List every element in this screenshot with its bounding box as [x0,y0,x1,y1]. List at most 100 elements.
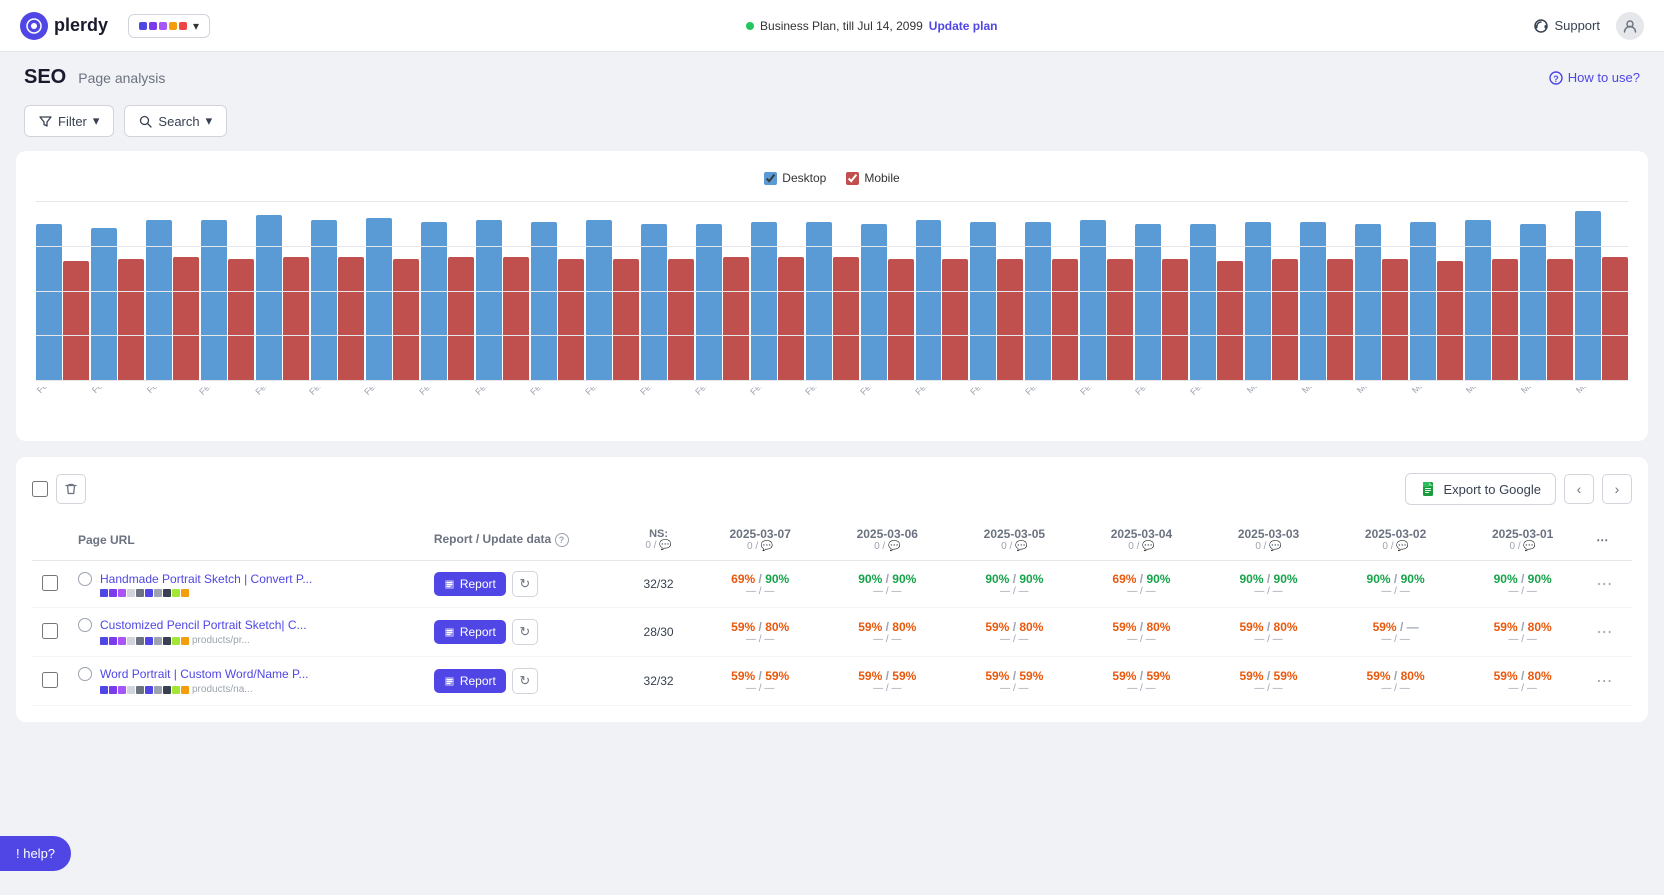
chart-date-label: Feb 20, 2025 [748,387,793,397]
report-icon [444,627,455,638]
table-header-row: Page URL Report / Update data ? NS: 0 / … [32,519,1632,561]
bar-group [1465,220,1518,381]
score-v1: 59% [731,669,755,683]
update-plan-link[interactable]: Update plan [929,19,998,33]
how-to-use-link[interactable]: ? How to use? [1549,70,1640,85]
bar-group [36,224,89,381]
row-circle[interactable] [78,618,92,632]
filter-chevron: ▾ [93,113,100,129]
table-cell-score-2: 59% / 59% — / — [951,657,1078,706]
more-dots[interactable]: ⋯ [1596,624,1612,641]
table-cell-score-1: 59% / 80% — / — [824,608,951,657]
score-sub: — / — [707,586,814,597]
legend-desktop: Desktop [764,171,826,185]
th-date-6: 2025-03-02 0 / 💬 [1332,519,1459,561]
bar-mobile [723,257,749,381]
help-chat-label: ! help? [16,846,55,861]
th-date-3: 2025-03-05 0 / 💬 [951,519,1078,561]
bar-mobile [1327,259,1353,381]
score-v1: 59% [1373,620,1397,634]
score-v1: 59% [1494,669,1518,683]
more-dots[interactable]: ⋯ [1596,673,1612,690]
report-button[interactable]: Report [434,572,506,596]
score-v2: 80% [892,620,916,634]
filter-button[interactable]: Filter ▾ [24,105,114,137]
page-url-link[interactable]: Handmade Portrait Sketch | Convert P... [100,572,312,586]
table-section: Export to Google ‹ › Page URL Report / U… [16,457,1648,722]
bar-desktop [531,222,557,381]
dot2 [149,22,157,30]
bar-desktop [1355,224,1381,381]
prev-page-button[interactable]: ‹ [1564,474,1594,504]
table-body: Handmade Portrait Sketch | Convert P... … [32,561,1632,706]
score-v2: 80% [1274,620,1298,634]
report-help-icon[interactable]: ? [555,533,569,547]
table-cell-score-3: 69% / 90% — / — [1078,561,1205,608]
chart-date-label: Mar 2, 2025 [1298,387,1342,397]
refresh-button[interactable]: ↻ [512,571,538,597]
chart-date-label: Feb 27, 2025 [1133,387,1178,397]
table-cell-ns: 28/30 [620,608,696,657]
report-button[interactable]: Report [434,620,506,644]
page-url-link[interactable]: Word Portrait | Custom Word/Name P... [100,667,309,681]
user-icon[interactable] [1616,12,1644,40]
legend-desktop-checkbox[interactable] [764,172,777,185]
plan-selector-arrow: ▾ [193,19,199,33]
score-v2: 59% [892,669,916,683]
legend-mobile-checkbox[interactable] [846,172,859,185]
bar-group [1025,222,1078,381]
support-button[interactable]: Support [1533,18,1600,34]
bar-desktop [256,215,282,381]
filter-label: Filter [58,114,87,129]
row-checkbox-1[interactable] [42,623,58,639]
legend-mobile-label: Mobile [864,171,899,185]
next-page-button[interactable]: › [1602,474,1632,504]
logo-icon [20,12,48,40]
plan-selector[interactable]: ▾ [128,14,210,38]
delete-button[interactable] [56,474,86,504]
bar-mobile [118,259,144,381]
page-url-link[interactable]: Customized Pencil Portrait Sketch| C... [100,618,307,632]
score-v2: 80% [1528,669,1552,683]
chart-date-label: Mar 7, 2025 [1572,387,1616,397]
refresh-button[interactable]: ↻ [512,619,538,645]
row-checkbox-0[interactable] [42,575,58,591]
score-v2: 90% [1019,572,1043,586]
export-to-google-button[interactable]: Export to Google [1405,473,1556,505]
row-circle[interactable] [78,572,92,586]
bar-mobile [778,257,804,381]
bar-group [916,220,969,381]
row-circle[interactable] [78,667,92,681]
bar-group [1190,224,1243,381]
plan-dots [139,22,187,30]
score-v1: 69% [731,572,755,586]
refresh-button[interactable]: ↻ [512,668,538,694]
chart-date-label: Feb 19, 2025 [693,387,738,397]
logo[interactable]: plerdy [20,12,108,40]
chart-date-label: Feb 11, 2025 [253,387,297,397]
chart-date-label: Feb 9, 2025 [143,387,187,397]
report-button[interactable]: Report [434,669,506,693]
bar-mobile [833,257,859,381]
score-sub: — / — [1215,586,1322,597]
select-all-checkbox[interactable] [32,481,48,497]
score-v1: 90% [985,572,1009,586]
score-sub: — / — [1215,634,1322,645]
table-cell-score-1: 90% / 90% — / — [824,561,951,608]
help-chat-button[interactable]: ! help? [0,836,71,871]
more-dots[interactable]: ⋯ [1596,576,1612,593]
table-cell-score-4: 59% / 59% — / — [1205,657,1332,706]
th-ns: NS: 0 / 💬 [620,519,696,561]
chart-date-label: Feb 16, 2025 [528,387,573,397]
th-date-1: 2025-03-07 0 / 💬 [697,519,824,561]
search-button[interactable]: Search ▾ [124,105,227,137]
th-date-5: 2025-03-03 0 / 💬 [1205,519,1332,561]
table-cell-score-6: 90% / 90% — / — [1459,561,1586,608]
table-cell-score-5: 59% / 80% — / — [1332,657,1459,706]
bar-mobile [283,257,309,381]
bar-group [861,224,914,381]
row-checkbox-2[interactable] [42,672,58,688]
bar-desktop [1465,220,1491,381]
score-sep: / [1400,620,1407,634]
table-cell-url: Word Portrait | Custom Word/Name P... pr… [68,657,424,706]
